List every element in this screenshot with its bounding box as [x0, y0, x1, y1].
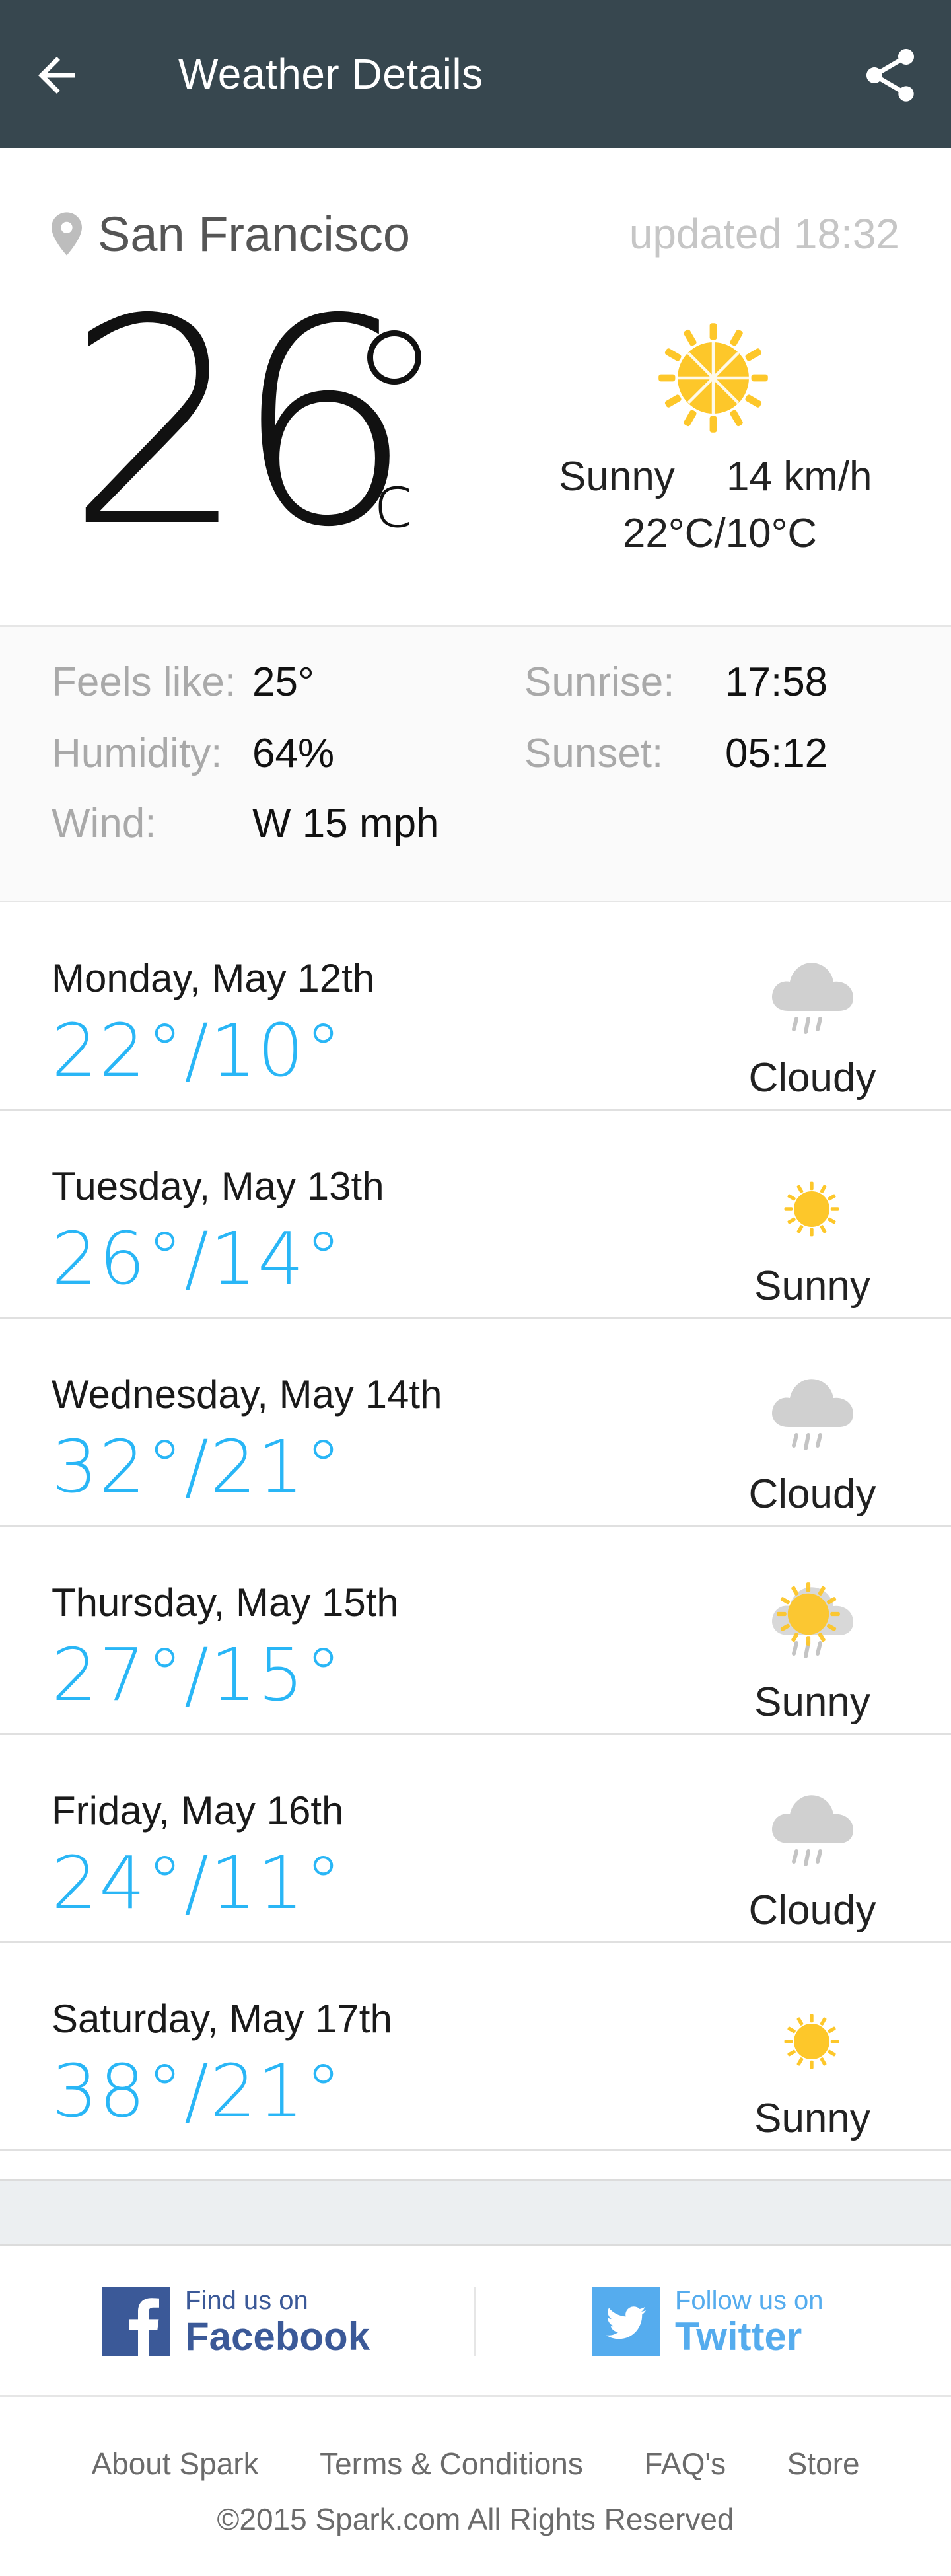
share-icon[interactable] [859, 44, 922, 107]
forecast-condition: Sunny [754, 1263, 870, 1309]
forecast-row[interactable]: Monday, May 12th 22°/10° Cloudy [0, 902, 951, 1111]
forecast-condition: Sunny [754, 1679, 870, 1725]
current-wind: 14 km/h [726, 454, 872, 499]
forecast-condition: Cloudy [748, 1888, 876, 1933]
facebook-label: Facebook [185, 2314, 370, 2359]
forecast-day: Thursday, May 15th [52, 1580, 399, 1625]
footer-link-faq[interactable]: FAQ's [644, 2446, 726, 2482]
forecast-row[interactable]: Wednesday, May 14th 32°/21° Cloudy [0, 1319, 951, 1527]
page-title: Weather Details [178, 50, 483, 98]
twitter-link[interactable]: Follow us on Twitter [592, 2285, 824, 2358]
condition-row: Sunny 14 km/h [528, 453, 911, 513]
forecast-day: Monday, May 12th [52, 956, 375, 1000]
twitter-small-label: Follow us on [675, 2286, 824, 2315]
forecast-row[interactable]: Friday, May 16th 24°/11° Cloudy [0, 1735, 951, 1943]
forecast-range: 38°/21° [52, 2049, 343, 2133]
sunset-value: 05:12 [725, 731, 828, 776]
sun-icon [658, 323, 768, 433]
footer-link-store[interactable]: Store [787, 2446, 860, 2482]
current-conditions: San Francisco updated 18:32 26 c Sunny 1… [0, 148, 951, 625]
facebook-text: Find us on Facebook [185, 2285, 370, 2358]
top-app-bar: Weather Details [0, 0, 951, 148]
forecast-range: 32°/21° [52, 1424, 343, 1509]
forecast-day: Wednesday, May 14th [52, 1372, 442, 1417]
wind-label: Wind: [52, 801, 157, 846]
facebook-small-label: Find us on [185, 2286, 308, 2315]
location-name: San Francisco [98, 206, 410, 262]
sunrise-label: Sunrise: [524, 659, 675, 705]
current-condition: Sunny [559, 454, 675, 499]
twitter-icon [592, 2287, 660, 2356]
location-row: San Francisco [52, 201, 410, 267]
forecast-condition: Sunny [754, 2096, 870, 2141]
forecast-row[interactable]: Saturday, May 17th 38°/21° Sunny [0, 1943, 951, 2151]
forecast-day: Tuesday, May 13th [52, 1164, 384, 1208]
footer-links: About Spark Terms & Conditions FAQ's Sto… [0, 2446, 951, 2482]
location-pin-icon [52, 212, 82, 256]
forecast-row[interactable]: Tuesday, May 13th 26°/14° Sunny [0, 1111, 951, 1319]
forecast-day: Saturday, May 17th [52, 1997, 392, 2041]
footer-link-about[interactable]: About Spark [91, 2446, 258, 2482]
arrow-back-icon[interactable] [29, 48, 85, 103]
copyright-text: ©2015 Spark.com All Rights Reserved [217, 2502, 734, 2536]
footer: About Spark Terms & Conditions FAQ's Sto… [0, 2397, 951, 2576]
humidity-label: Humidity: [52, 731, 223, 776]
cloud-rain-icon [772, 1795, 853, 1866]
twitter-text: Follow us on Twitter [675, 2285, 824, 2358]
cloud-rain-icon [772, 963, 853, 1034]
forecast-condition: Cloudy [748, 1055, 876, 1101]
social-divider [474, 2287, 476, 2356]
forecast-condition: Cloudy [748, 1471, 876, 1517]
forecast-range: 26°/14° [52, 1216, 343, 1301]
forecast-range: 24°/11° [52, 1841, 343, 1925]
sunset-label: Sunset: [524, 731, 664, 776]
forecast-row[interactable]: Thursday, May 15th 27°/15° Sunny [0, 1527, 951, 1735]
facebook-icon [102, 2287, 170, 2356]
sunrise-value: 17:58 [725, 659, 828, 705]
forecast-day: Friday, May 16th [52, 1788, 344, 1833]
forecast-range: 27°/15° [52, 1633, 343, 1717]
current-temperature: 26 [66, 259, 414, 589]
feels-like-label: Feels like: [52, 659, 236, 705]
sun-icon [784, 1181, 839, 1237]
forecast-range: 22°/10° [52, 1008, 343, 1093]
social-links: Find us on Facebook Follow us on Twitter [0, 2246, 951, 2397]
details-panel: Feels like: 25° Humidity: 64% Wind: W 15… [0, 625, 951, 902]
section-spacer [0, 2179, 951, 2246]
cloud-rain-icon [772, 1379, 853, 1450]
sun-icon [784, 2014, 839, 2069]
updated-time: updated 18:32 [629, 210, 899, 258]
sun-cloud-rain-icon [772, 1582, 853, 1658]
footer-link-terms[interactable]: Terms & Conditions [320, 2446, 583, 2482]
temperature-unit: c [374, 459, 414, 544]
wind-value: W 15 mph [252, 801, 439, 846]
facebook-link[interactable]: Find us on Facebook [102, 2285, 370, 2358]
feels-like-value: 25° [252, 659, 314, 705]
degree-symbol [367, 330, 421, 385]
twitter-label: Twitter [675, 2314, 802, 2359]
humidity-value: 64% [252, 731, 335, 776]
current-range: 22°C/10°C [622, 511, 818, 556]
